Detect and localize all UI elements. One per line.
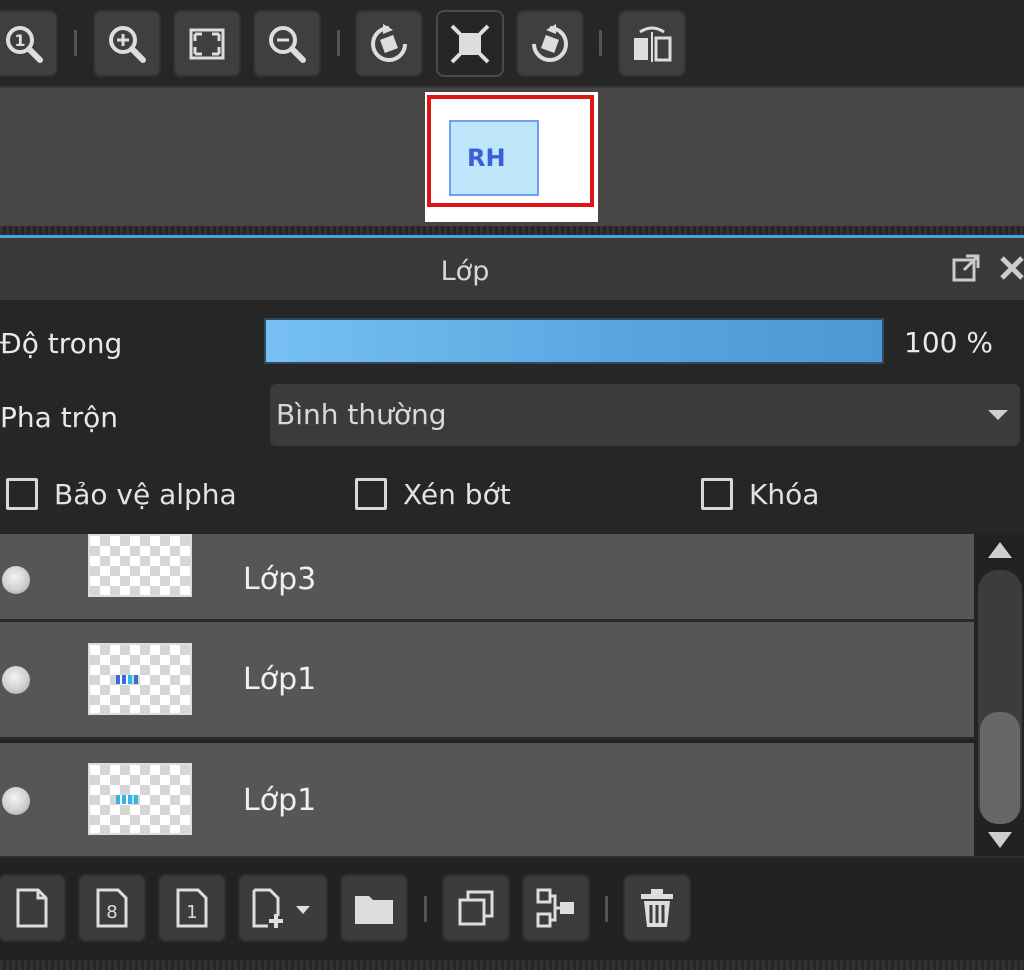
scroll-up-icon[interactable] — [988, 542, 1012, 558]
layer-list-scrollbar[interactable] — [974, 534, 1024, 856]
navigator-panel: RH — [0, 86, 1024, 226]
zoom-out-icon — [269, 25, 306, 63]
fit-to-window-button[interactable] — [173, 10, 241, 77]
layer-thumbnail — [88, 763, 192, 835]
blend-mode-dropdown[interactable]: Bình thường — [270, 384, 1020, 446]
layer-thumbnail — [88, 643, 192, 715]
navigator-preview[interactable]: RH — [425, 92, 598, 222]
protect-alpha-label: Bảo vệ alpha — [54, 478, 237, 511]
svg-text:8: 8 — [106, 902, 117, 923]
protect-alpha-checkbox[interactable] — [6, 478, 38, 510]
layer-list: Lớp3 Lớp1 Lớp1 — [0, 534, 974, 856]
chevron-down-icon — [988, 410, 1008, 420]
panel-bottom-edge — [0, 960, 1024, 970]
toolbar-separator — [424, 896, 427, 922]
merge-down-icon — [536, 888, 574, 928]
toolbar-separator — [337, 30, 340, 56]
toolbar-separator — [74, 30, 77, 56]
fit-canvas-button[interactable] — [436, 10, 504, 77]
opacity-slider[interactable] — [264, 318, 884, 364]
merge-down-button[interactable] — [522, 874, 590, 942]
close-panel-button[interactable] — [994, 250, 1024, 286]
toolbar-separator — [599, 30, 602, 56]
visibility-toggle-icon[interactable] — [2, 787, 30, 815]
delete-layer-button[interactable] — [623, 874, 691, 942]
svg-text:RH: RH — [467, 144, 506, 172]
zoom-out-button[interactable] — [253, 10, 321, 77]
delete-layer-icon — [641, 889, 673, 927]
opacity-value: 100 % — [904, 326, 993, 359]
scrollbar-thumb[interactable] — [980, 712, 1020, 824]
layer-name: Lớp3 — [243, 562, 317, 597]
scroll-down-icon[interactable] — [988, 832, 1012, 848]
rotate-left-button[interactable] — [355, 10, 423, 77]
zoom-actual-size-icon: 1 — [6, 25, 43, 63]
new-layer-button[interactable] — [0, 874, 66, 942]
layer-name: Lớp1 — [243, 662, 317, 697]
undock-button[interactable] — [948, 250, 984, 286]
svg-text:1: 1 — [14, 31, 25, 50]
clipping-checkbox[interactable] — [355, 478, 387, 510]
fit-canvas-icon — [450, 24, 490, 63]
new-1bit-layer-button[interactable]: 1 — [158, 874, 226, 942]
layer-row[interactable]: Lớp1 — [0, 622, 974, 740]
layer-panel-header: Lớp — [0, 238, 1024, 300]
layer-content-mark — [116, 675, 138, 684]
new-1bit-layer-icon: 1 — [176, 888, 208, 928]
fit-to-window-icon — [189, 28, 225, 59]
visibility-toggle-icon[interactable] — [2, 566, 30, 594]
folder-icon — [355, 896, 393, 924]
layer-thumbnail — [88, 534, 192, 597]
layer-properties: Độ trong 100 % Pha trộn Bình thường Bảo … — [0, 300, 1024, 534]
rotate-right-button[interactable] — [516, 10, 584, 77]
rotate-left-icon — [371, 23, 407, 62]
layer-name: Lớp1 — [243, 783, 317, 818]
layer-row[interactable]: Lớp3 — [0, 534, 974, 622]
new-layer-icon — [16, 888, 48, 928]
layer-actions-toolbar: 8 1 — [0, 856, 1024, 960]
clipping-label: Xén bớt — [403, 478, 511, 511]
flip-horizontal-icon — [634, 26, 672, 62]
zoom-in-button[interactable] — [93, 10, 161, 77]
layer-content-mark — [116, 795, 138, 804]
canvas-preview-image: RH — [449, 120, 539, 196]
blend-mode-label: Pha trộn — [0, 401, 119, 434]
new-folder-button[interactable] — [340, 874, 408, 942]
duplicate-layer-icon — [458, 890, 494, 926]
duplicate-layer-button[interactable] — [442, 874, 510, 942]
opacity-label: Độ trong — [0, 327, 123, 360]
opacity-slider-fill — [266, 320, 882, 362]
svg-text:1: 1 — [186, 902, 197, 923]
add-layer-dropdown-button[interactable] — [238, 874, 328, 942]
visibility-toggle-icon[interactable] — [2, 666, 30, 694]
new-8bit-layer-button[interactable]: 8 — [78, 874, 146, 942]
add-layer-dropdown-icon — [252, 888, 310, 928]
flip-horizontal-button[interactable] — [618, 10, 686, 77]
new-8bit-layer-icon: 8 — [96, 888, 128, 928]
close-icon — [1000, 256, 1024, 280]
view-toolbar: 1 — [0, 0, 1024, 86]
zoom-in-icon — [109, 25, 146, 63]
lock-checkbox[interactable] — [701, 478, 733, 510]
blend-mode-value: Bình thường — [276, 398, 447, 431]
toolbar-separator — [605, 896, 608, 922]
layer-row[interactable]: Lớp1 — [0, 743, 974, 856]
zoom-actual-size-button[interactable]: 1 — [0, 10, 58, 77]
undock-icon — [952, 254, 980, 282]
lock-label: Khóa — [749, 478, 820, 511]
rotate-right-icon — [532, 23, 568, 62]
panel-title: Lớp — [440, 256, 490, 287]
